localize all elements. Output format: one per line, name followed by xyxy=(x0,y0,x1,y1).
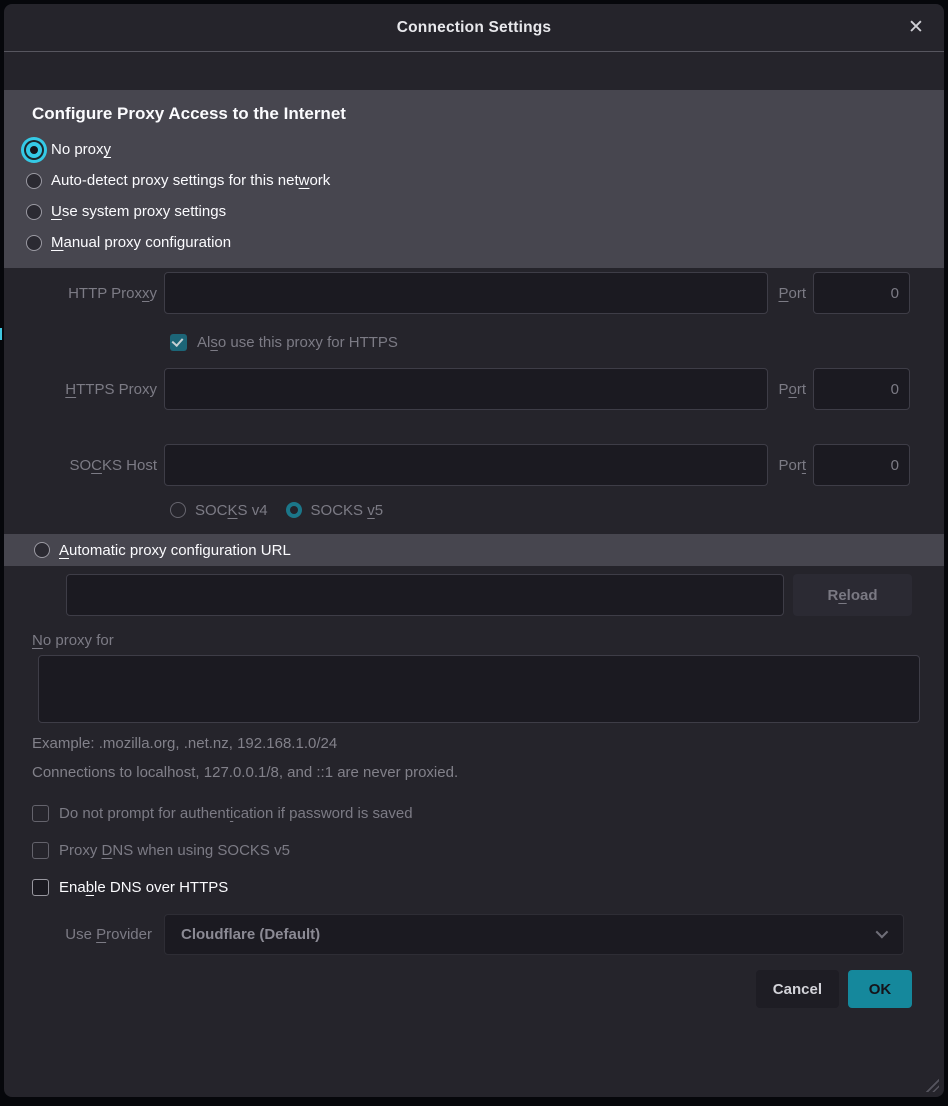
checkbox-checked-icon xyxy=(170,334,187,351)
https-port-input[interactable] xyxy=(813,368,910,410)
provider-row: Use Provider Cloudflare (Default) xyxy=(32,914,904,955)
https-proxy-input[interactable] xyxy=(164,368,768,410)
also-https-label: Also use this proxy for HTTPS xyxy=(197,334,398,351)
https-proxy-label: HTTPS Proxy xyxy=(32,381,164,398)
checkmark-icon xyxy=(172,334,184,346)
dialog-footer: Cancel OK xyxy=(4,970,912,1008)
radio-use-system-proxy[interactable]: Use system proxy settings xyxy=(24,196,924,227)
radio-selected-icon xyxy=(26,142,42,158)
resize-grip-icon[interactable] xyxy=(924,1077,939,1092)
use-provider-label: Use Provider xyxy=(32,926,164,943)
radio-manual-label: Manual proxy configuration xyxy=(51,234,231,251)
http-port-label: Port xyxy=(768,285,813,302)
radio-socks-v5[interactable]: SOCKS v5 xyxy=(286,502,384,519)
radio-icon xyxy=(34,542,50,558)
proxy-url-row: Reload xyxy=(66,574,912,616)
no-prompt-auth-label: Do not prompt for authentication if pass… xyxy=(59,805,413,822)
no-proxy-example-text: Example: .mozilla.org, .net.nz, 192.168.… xyxy=(32,735,944,752)
socks-host-input[interactable] xyxy=(164,444,768,486)
socks-host-row: SOCKS Host Port xyxy=(32,444,910,486)
no-prompt-auth-checkbox-row[interactable]: Do not prompt for authentication if pass… xyxy=(32,805,944,822)
radio-icon xyxy=(26,204,42,220)
http-proxy-input[interactable] xyxy=(164,272,768,314)
cancel-button[interactable]: Cancel xyxy=(756,970,839,1008)
checkbox-icon xyxy=(32,879,49,896)
dialog-title: Connection Settings xyxy=(397,19,552,37)
dialog-titlebar: Connection Settings ✕ xyxy=(4,4,944,52)
connection-settings-dialog: Connection Settings ✕ Configure Proxy Ac… xyxy=(4,4,944,1097)
dns-over-https-checkbox-row[interactable]: Enable DNS over HTTPS xyxy=(32,879,944,896)
close-button[interactable]: ✕ xyxy=(902,14,930,42)
proxy-dns-socks5-label: Proxy DNS when using SOCKS v5 xyxy=(59,842,290,859)
screen-edge-artifact xyxy=(0,328,2,340)
proxy-mode-section: Configure Proxy Access to the Internet N… xyxy=(4,90,944,268)
radio-socks-v4[interactable]: SOCKS v4 xyxy=(170,502,268,519)
radio-selected-icon xyxy=(286,502,302,518)
section-heading: Configure Proxy Access to the Internet xyxy=(32,104,924,124)
http-proxy-label: HTTP Proxxy xyxy=(32,285,164,302)
socks-host-label: SOCKS Host xyxy=(32,457,164,474)
radio-icon xyxy=(26,235,42,251)
radio-icon xyxy=(26,173,42,189)
socks-v4-label: SOCKS v4 xyxy=(195,502,268,519)
http-proxy-row: HTTP Proxxy Port xyxy=(32,272,910,314)
provider-selected-value: Cloudflare (Default) xyxy=(181,926,320,943)
checkbox-icon xyxy=(32,805,49,822)
localhost-note-text: Connections to localhost, 127.0.0.1/8, a… xyxy=(32,764,944,781)
also-https-checkbox-row[interactable]: Also use this proxy for HTTPS xyxy=(170,328,910,356)
chevron-down-icon xyxy=(876,926,889,939)
reload-button[interactable]: Reload xyxy=(793,574,912,616)
checkbox-icon xyxy=(32,842,49,859)
https-port-label: Port xyxy=(768,381,813,398)
radio-icon xyxy=(170,502,186,518)
socks-v5-label: SOCKS v5 xyxy=(311,502,384,519)
socks-port-label: Port xyxy=(768,457,813,474)
radio-no-proxy-label: No proxy xyxy=(51,141,111,158)
radio-no-proxy[interactable]: No proxy xyxy=(24,134,924,165)
proxy-dns-socks5-checkbox-row[interactable]: Proxy DNS when using SOCKS v5 xyxy=(32,842,944,859)
close-icon: ✕ xyxy=(908,17,924,38)
no-proxy-for-textarea[interactable] xyxy=(38,655,920,723)
socks-version-row: SOCKS v4 SOCKS v5 xyxy=(170,496,910,524)
reload-label: Reload xyxy=(827,587,877,604)
radio-automatic-proxy-url[interactable]: Automatic proxy configuration URL xyxy=(4,534,944,566)
automatic-proxy-url-label: Automatic proxy configuration URL xyxy=(59,542,291,559)
radio-auto-detect-label: Auto-detect proxy settings for this netw… xyxy=(51,172,330,189)
radio-manual-proxy[interactable]: Manual proxy configuration xyxy=(24,227,924,258)
socks-port-input[interactable] xyxy=(813,444,910,486)
no-proxy-for-label: No proxy for xyxy=(32,632,944,649)
provider-select[interactable]: Cloudflare (Default) xyxy=(164,914,904,955)
dns-over-https-label: Enable DNS over HTTPS xyxy=(59,879,228,896)
proxy-url-input[interactable] xyxy=(66,574,784,616)
https-proxy-row: HTTPS Proxy Port xyxy=(32,368,910,410)
http-port-input[interactable] xyxy=(813,272,910,314)
radio-auto-detect-proxy[interactable]: Auto-detect proxy settings for this netw… xyxy=(24,165,924,196)
ok-button[interactable]: OK xyxy=(848,970,912,1008)
radio-use-system-label: Use system proxy settings xyxy=(51,203,226,220)
